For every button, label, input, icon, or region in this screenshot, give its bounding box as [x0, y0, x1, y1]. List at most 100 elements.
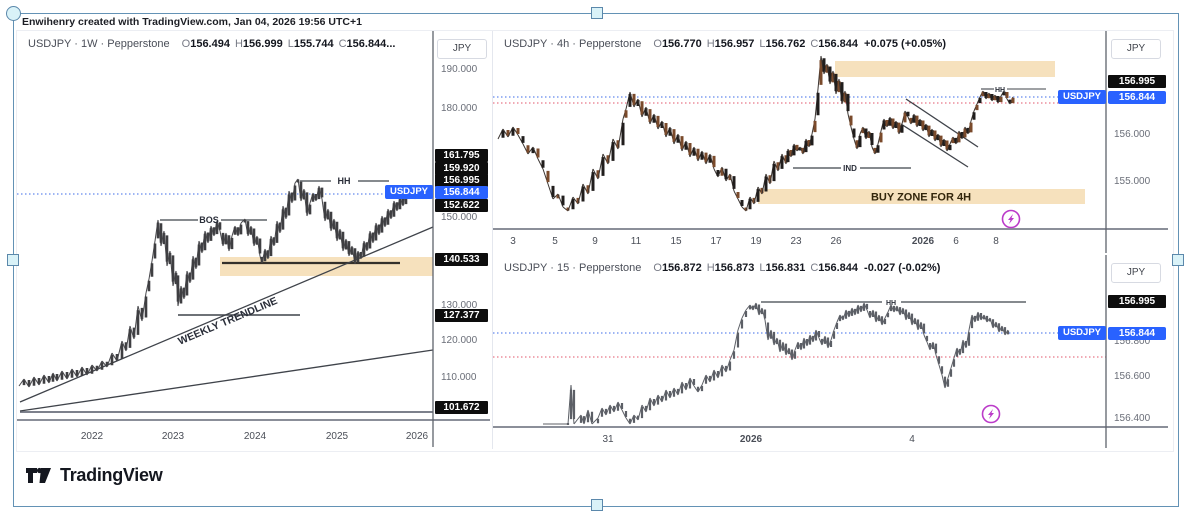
ohlc-value: 156.957 [714, 38, 755, 50]
ohlc-value: 156.831 [765, 262, 806, 274]
current-price-label: 156.844 [1108, 326, 1166, 340]
ohlc-value: 156.873 [714, 262, 755, 274]
drawing-line[interactable] [900, 123, 969, 168]
time-tick-label: 4 [909, 434, 915, 445]
ohlc-key: C [338, 38, 347, 50]
tradingview-screenshot: Enwihenry created with TradingView.com, … [0, 0, 1200, 524]
selection-handle-bottom[interactable] [591, 499, 603, 511]
time-tick-label: 8 [993, 236, 999, 247]
legend-title[interactable]: USDJPY · 4h · Pepperstone [504, 38, 641, 50]
annotation-text[interactable]: HH [886, 300, 896, 307]
price-tick-label: 150.000 [441, 211, 478, 223]
tradingview-logo-icon [26, 467, 51, 483]
price-level-label: 127.377 [435, 308, 488, 322]
price-level-label: 140.533 [435, 252, 488, 266]
price-tick-label: 156.600 [1114, 370, 1151, 382]
price-tick-label: 155.000 [1114, 175, 1151, 187]
current-price-label: 156.844 [1108, 90, 1166, 104]
time-tick-label: 11 [631, 236, 642, 247]
time-tick-label: 2023 [162, 431, 185, 442]
symbol-price-tag: USDJPY [385, 185, 433, 199]
price-level-label: 152.622 [435, 198, 488, 212]
chart-legend[interactable]: USDJPY · 15 · Pepperstone O156.872 H156.87… [504, 262, 940, 274]
symbol-price-tag: USDJPY [1058, 90, 1106, 104]
price-scale[interactable]: 156.000 155.000 156.995 156.844 [1107, 31, 1169, 255]
4h-chart-canvas[interactable]: IND HH BUY ZONE FOR 4H 3 5 9 11 15 17 19 23 26 2026 6… [493, 31, 1168, 253]
time-tick-label: 3 [510, 236, 516, 247]
selection-handle-left[interactable] [7, 254, 19, 266]
selection-handle-top[interactable] [591, 7, 603, 19]
time-tick-label: 9 [592, 236, 598, 247]
legend-title[interactable]: USDJPY · 1W · Pepperstone [28, 38, 170, 50]
currency-axis-button[interactable]: JPY [437, 39, 487, 59]
panel-15m-chart: HH 31 2026 4 USDJPY · 15 · Pepperstone O156.… [493, 255, 1171, 449]
ohlc-key: O [653, 262, 662, 274]
candlesticks [18, 178, 423, 388]
time-tick-label: 26 [830, 236, 842, 247]
current-price-label: 156.844 [435, 185, 488, 199]
15m-chart-canvas[interactable]: HH 31 2026 4 [493, 255, 1168, 448]
tradingview-logo[interactable]: TradingView [25, 465, 163, 486]
price-level-label: 156.995 [1108, 294, 1166, 308]
price-tick-label: 156.400 [1114, 412, 1151, 424]
time-tick-label: 2024 [244, 431, 267, 442]
currency-axis-button[interactable]: JPY [1111, 263, 1161, 283]
ohlc-key: H [234, 38, 243, 50]
tradingview-logo-text: TradingView [60, 465, 163, 485]
symbol-price-tag: USDJPY [1058, 326, 1106, 340]
weekly-chart-canvas[interactable]: BOS HH WEEKLY TRENDLINE 2022 2023 2024 2025 202… [17, 31, 490, 447]
chart-legend[interactable]: USDJPY · 1W · Pepperstone O156.494 H156.99… [28, 38, 395, 50]
ohlc-value: 156.844 [818, 262, 859, 274]
time-tick-label: 2026 [406, 431, 429, 442]
candlesticks [497, 55, 1015, 212]
lightning-icon[interactable] [981, 404, 1001, 424]
annotation-text[interactable]: HH [995, 87, 1005, 94]
annotation-text[interactable]: IND [843, 164, 857, 173]
price-scale[interactable]: 190.000 180.000 150.000 130.000 120.000 110.0… [434, 31, 491, 449]
lightning-icon[interactable] [1001, 209, 1021, 229]
highlight-zone[interactable] [220, 257, 433, 276]
time-tick-label: 5 [552, 236, 558, 247]
selection-handle-right[interactable] [1172, 254, 1184, 266]
panel-weekly-chart: BOS HH WEEKLY TRENDLINE 2022 2023 2024 2025 202… [17, 31, 493, 449]
annotation-text[interactable]: HH [338, 176, 351, 186]
price-level-label: 156.995 [1108, 74, 1166, 88]
ohlc-value: 156.844 [818, 38, 859, 50]
time-tick-label: 17 [710, 236, 722, 247]
currency-axis-button[interactable]: JPY [1111, 39, 1161, 59]
time-tick-label: 2026 [912, 236, 935, 247]
price-tick-label: 190.000 [441, 63, 478, 75]
drawing-line[interactable] [19, 349, 434, 412]
panel-4h-chart: IND HH BUY ZONE FOR 4H 3 5 9 11 15 17 19 23 26 2026 6… [493, 31, 1171, 256]
price-tick-label: 110.000 [441, 371, 477, 383]
ohlc-value: 156.872 [661, 262, 702, 274]
legend-change: -0.027 (-0.02%) [864, 262, 941, 274]
annotation-text[interactable]: BOS [199, 215, 219, 225]
legend-title[interactable]: USDJPY · 15 · Pepperstone [504, 262, 641, 274]
ohlc-key: O [653, 38, 662, 50]
legend-change: +0.075 (+0.05%) [864, 38, 946, 50]
price-tick-label: 120.000 [441, 334, 478, 346]
highlight-zone[interactable] [835, 61, 1055, 77]
price-level-label: 101.672 [435, 400, 488, 414]
chart-legend[interactable]: USDJPY · 4h · Pepperstone O156.770 H156.95… [504, 38, 946, 50]
price-tick-label: 180.000 [441, 102, 478, 114]
ohlc-key: O [181, 38, 191, 50]
ohlc-value: 156.844... [346, 38, 396, 50]
time-tick-label: 15 [670, 236, 682, 247]
ohlc-key: H [706, 262, 715, 274]
price-level-label: 161.795 [435, 148, 488, 162]
ohlc-key: H [706, 38, 715, 50]
annotation-text[interactable]: BUY ZONE FOR 4H [871, 192, 971, 204]
time-tick-label: 2022 [81, 431, 104, 442]
ohlc-value: 156.762 [765, 38, 806, 50]
candlesticks [543, 302, 1010, 425]
ohlc-value: 156.999 [242, 38, 283, 50]
time-tick-label: 19 [750, 236, 762, 247]
price-scale[interactable]: 156.800 156.600 156.400 156.995 156.844 [1107, 255, 1169, 449]
ohlc-value: 155.744 [293, 38, 334, 50]
time-tick-label: 6 [953, 236, 959, 247]
annotation-text[interactable]: WEEKLY TRENDLINE [176, 295, 279, 348]
price-level-label: 159.920 [435, 161, 488, 175]
selection-handle-top-left[interactable] [6, 6, 21, 21]
